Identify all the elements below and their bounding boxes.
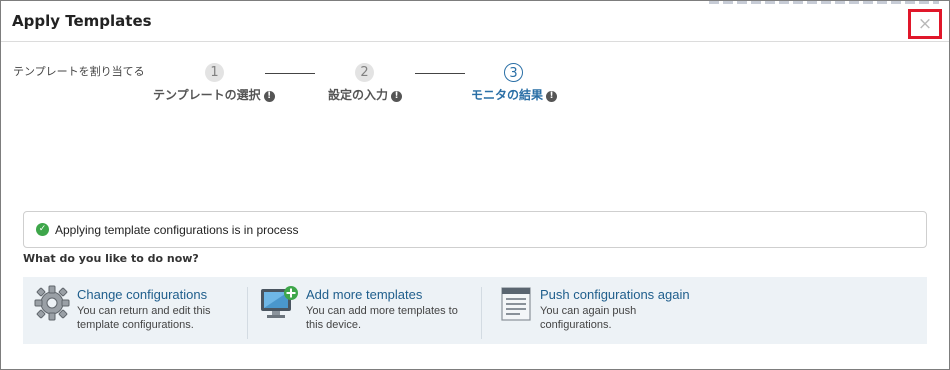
next-steps-heading: What do you like to do now?: [23, 252, 199, 265]
wizard-step-1: 1 テンプレートの選択!: [153, 63, 275, 102]
step-label: モニタの結果!: [471, 86, 558, 103]
monitor-add-icon[interactable]: [259, 283, 299, 323]
step-number: 1: [205, 63, 224, 82]
action-description: You can return and edit this template co…: [77, 305, 211, 331]
apply-templates-dialog: Apply Templates × テンプレートを割り当てる 1 テンプレートの…: [0, 0, 950, 370]
action-description: You can again push configurations.: [540, 305, 637, 331]
wizard-step-2: 2 設定の入力!: [328, 63, 403, 102]
dialog-title: Apply Templates: [12, 12, 152, 30]
info-icon[interactable]: !: [263, 91, 275, 102]
action-divider: [481, 287, 482, 339]
step-label-text: テンプレートの選択: [153, 88, 261, 102]
action-title[interactable]: Push configurations again: [540, 287, 690, 302]
wizard-step-3: 3 モニタの結果!: [471, 63, 558, 102]
wizard-assign-label: テンプレートを割り当てる: [13, 65, 145, 78]
info-icon[interactable]: !: [391, 91, 403, 102]
action-divider: [247, 287, 248, 339]
close-button[interactable]: ×: [908, 9, 942, 39]
info-icon[interactable]: !: [546, 91, 558, 102]
gear-cog-icon[interactable]: [32, 283, 72, 323]
action-title[interactable]: Change configurations: [77, 287, 207, 302]
step-label-text: モニタの結果: [471, 88, 544, 102]
status-text: Applying template configurations is in p…: [55, 223, 299, 237]
check-circle-icon: ✓: [36, 223, 49, 236]
step-label: 設定の入力!: [328, 86, 403, 103]
step-number: 2: [355, 63, 374, 82]
action-description: You can add more templates to this devic…: [306, 305, 458, 331]
step-label: テンプレートの選択!: [153, 86, 275, 103]
dialog-header: Apply Templates ×: [1, 1, 949, 42]
change-configurations-action[interactable]: Change configurations You can return and…: [32, 277, 247, 344]
step-label-text: 設定の入力: [328, 88, 389, 102]
add-more-templates-action[interactable]: Add more templates You can add more temp…: [259, 277, 479, 344]
push-configurations-again-action[interactable]: Push configurations again You can again …: [499, 277, 729, 344]
close-icon[interactable]: ×: [911, 12, 939, 36]
action-title[interactable]: Add more templates: [306, 287, 422, 302]
step-connector: [265, 73, 315, 74]
status-message: ✓ Applying template configurations is in…: [23, 211, 927, 248]
step-number: 3: [504, 63, 523, 82]
document-push-icon[interactable]: [499, 283, 539, 323]
step-connector: [415, 73, 465, 74]
next-actions-panel: Change configurations You can return and…: [23, 277, 927, 344]
